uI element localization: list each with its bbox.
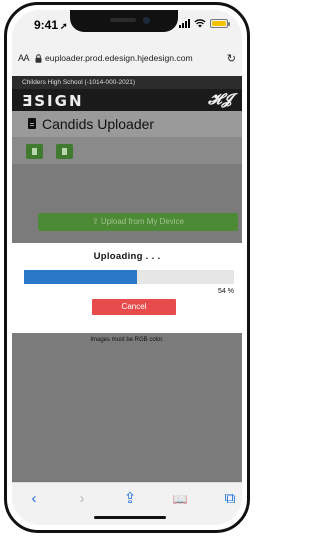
upload-button[interactable]: ⇪ Upload from My Device: [38, 213, 238, 231]
time-text: 9:41: [34, 18, 59, 32]
page-title: Candids Uploader: [42, 116, 155, 132]
file-icon: [32, 148, 37, 155]
notch: [70, 10, 178, 32]
file-button[interactable]: [26, 144, 43, 159]
upload-icon: ⇪: [91, 217, 99, 226]
brand-mark-icon: 𝓗𝓙: [208, 91, 232, 108]
lock-icon: [35, 53, 42, 63]
upload-label: Upload from My Device: [100, 217, 185, 226]
wifi-icon: [194, 19, 206, 28]
bookmarks-icon[interactable]: 📖: [172, 491, 188, 507]
title-row: Candids Uploader: [12, 111, 242, 138]
upload-dialog: Uploading . . . 54 % Cancel: [12, 243, 242, 333]
tabs-icon[interactable]: ⧉: [222, 491, 238, 507]
progress-fill: [24, 270, 138, 284]
screen: 9:41 ➚ AA euploader.prod.edesign.hjedesi…: [12, 10, 242, 525]
tool-row: [12, 138, 242, 164]
status-bar: 9:41 ➚: [12, 10, 242, 40]
rgb-note: Images must be RGB color.: [90, 337, 164, 343]
status-indicators: [179, 19, 230, 28]
page-content: Candids Uploader ⇪ Upload from My Device…: [12, 111, 242, 483]
battery-icon: [210, 19, 230, 28]
dialog-title: Uploading . . .: [93, 251, 161, 262]
school-name: Childers High School (-1014-000-2021): [12, 76, 242, 89]
user-icon: [62, 148, 67, 155]
camera: [143, 17, 150, 24]
location-icon: ➚: [60, 21, 68, 31]
progress-bar: [24, 270, 234, 284]
brand-logo[interactable]: ƎSIGN: [22, 92, 84, 110]
brand-bar: ƎSIGN 𝓗𝓙: [12, 89, 242, 111]
document-icon: [28, 118, 36, 129]
browser-toolbar: ‹ › ⇪ 📖 ⧉: [12, 482, 242, 525]
progress-percent: 54 %: [218, 288, 234, 295]
signal-icon: [179, 19, 190, 28]
speaker: [110, 18, 136, 22]
reload-icon[interactable]: ↻: [227, 52, 236, 65]
url-text[interactable]: euploader.prod.edesign.hjedesign.com: [45, 53, 223, 63]
user-button[interactable]: [56, 144, 73, 159]
back-icon[interactable]: ‹: [26, 491, 42, 507]
cancel-button[interactable]: Cancel: [92, 299, 176, 315]
text-size-button[interactable]: AA: [18, 53, 30, 63]
home-indicator: [94, 516, 166, 519]
forward-icon[interactable]: ›: [74, 491, 90, 507]
status-time: 9:41 ➚: [34, 18, 68, 32]
share-icon[interactable]: ⇪: [122, 491, 138, 507]
phone-frame: 9:41 ➚ AA euploader.prod.edesign.hjedesi…: [4, 2, 250, 533]
address-bar[interactable]: AA euploader.prod.edesign.hjedesign.com …: [12, 40, 242, 76]
